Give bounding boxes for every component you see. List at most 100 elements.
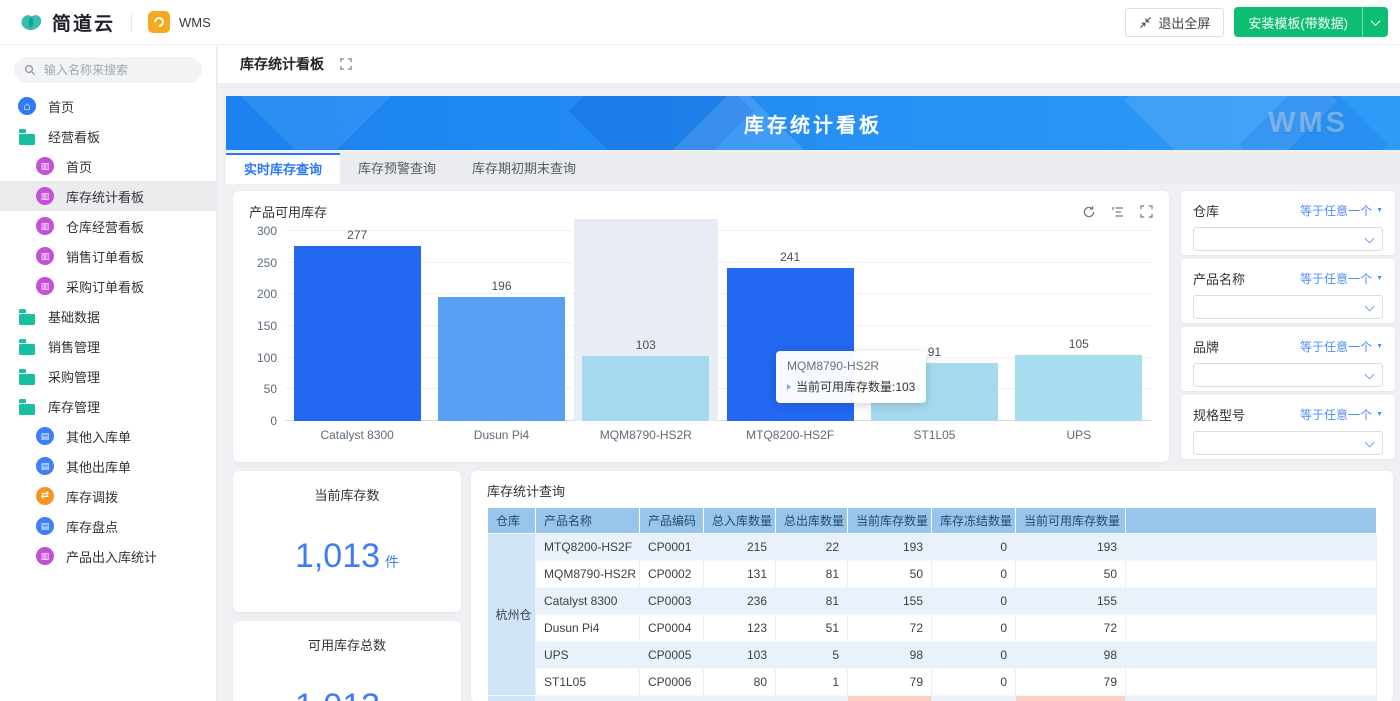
install-template-button[interactable]: 安装模板(带数据) <box>1234 7 1362 37</box>
table-row[interactable]: 无锡仓MTQ8200-HS2FCP0001995148048 <box>487 695 1377 701</box>
sidebar-item-label: 经营看板 <box>48 129 101 145</box>
table-header-cell: 总入库数量 <box>703 508 776 534</box>
sidebar-item[interactable]: 采购订单看板 <box>0 271 216 301</box>
bar-slot[interactable]: 196 <box>429 219 573 421</box>
tab-inactive[interactable]: 库存预警查询 <box>340 153 454 184</box>
table-row[interactable]: ST1L05 CP0006 80 1 79 0 79 <box>488 668 1377 696</box>
sort-settings-icon[interactable] <box>1111 205 1125 219</box>
filter-select[interactable] <box>1193 431 1383 455</box>
table-row[interactable]: 杭州仓 MTQ8200-HS2F CP0001 215 22 193 0 193 <box>487 533 1377 696</box>
table-cell: CP0004 <box>639 614 704 642</box>
sidebar-item[interactable]: 销售订单看板 <box>0 241 216 271</box>
y-tick-label: 300 <box>256 224 277 238</box>
filter-select[interactable] <box>1193 295 1383 319</box>
sidebar-item[interactable]: 库存统计看板 <box>0 181 216 211</box>
sidebar-item[interactable]: 销售管理 <box>0 331 216 361</box>
brand-name: 简道云 <box>52 13 116 35</box>
exit-fullscreen-label: 退出全屏 <box>1158 15 1211 31</box>
table-cell: 5 <box>775 641 848 669</box>
table-cell: CP0001 <box>639 533 704 561</box>
y-tick-label: 150 <box>256 319 277 333</box>
search-input[interactable] <box>42 62 182 78</box>
bar <box>437 296 565 421</box>
table-cell: 155 <box>1015 587 1126 615</box>
folder-open-icon <box>18 127 36 145</box>
table-cell: 0 <box>931 668 1016 696</box>
transfer-icon <box>36 487 54 505</box>
sidebar-item[interactable]: 库存调拨 <box>0 481 216 511</box>
y-tick-label: 250 <box>256 255 277 270</box>
filter-label: 规格型号 <box>1193 408 1246 423</box>
table-cell: Dusun Pi4 <box>535 614 640 642</box>
workspace-name: WMS <box>179 14 211 30</box>
install-template-split-button[interactable]: 安装模板(带数据) <box>1234 7 1388 37</box>
bar-slot[interactable]: 103 <box>573 219 719 421</box>
sidebar-search[interactable] <box>14 57 202 83</box>
sidebar-item[interactable]: 首页 <box>0 91 216 121</box>
filter-select[interactable] <box>1193 363 1383 387</box>
sidebar-item[interactable]: 库存管理 <box>0 391 216 421</box>
sidebar-item[interactable]: 首页 <box>0 151 216 181</box>
filter-operator-link[interactable]: 等于任意一个 ▼ <box>1300 270 1383 287</box>
sidebar-item[interactable]: 基础数据 <box>0 301 216 331</box>
table-cell: 50 <box>847 560 932 588</box>
table-cell: 81 <box>775 560 848 588</box>
table-cell: 215 <box>703 533 776 561</box>
table-cell: 81 <box>775 587 848 615</box>
sidebar-item[interactable]: 采购管理 <box>0 361 216 391</box>
table-body: 杭州仓 MTQ8200-HS2F CP0001 215 22 193 0 193 MQM8790… <box>487 533 1377 701</box>
refresh-icon[interactable] <box>1082 205 1096 219</box>
table-cell: MTQ8200-HS2F <box>535 695 640 701</box>
sidebar-item[interactable]: 库存盘点 <box>0 511 216 541</box>
filter-operator-link[interactable]: 等于任意一个 ▼ <box>1300 338 1383 355</box>
form-icon <box>36 427 54 445</box>
table-cell: 79 <box>1015 668 1126 696</box>
sidebar-item[interactable]: 其他出库单 <box>0 451 216 481</box>
banner-title: 库存统计看板 <box>744 114 882 137</box>
filter-operator-link[interactable]: 等于任意一个 ▼ <box>1300 406 1383 423</box>
table-cell: 72 <box>1015 614 1126 642</box>
fullscreen-expand-icon[interactable] <box>340 58 352 70</box>
dashboard-icon <box>36 277 54 295</box>
table-cell: MTQ8200-HS2F <box>535 533 640 561</box>
sidebar-item[interactable]: 其他入库单 <box>0 421 216 451</box>
bar-value-label: 196 <box>491 278 512 293</box>
tab-bar: 实时库存查询 库存预警查询 库存期初期末查询 <box>226 153 1400 184</box>
table-row[interactable]: Catalyst 8300 CP0003 236 81 155 0 155 <box>488 587 1377 615</box>
folder-icon <box>18 337 36 355</box>
table-cell: 236 <box>703 587 776 615</box>
stat-label: 当前库存数 <box>314 488 380 503</box>
table-cell: 0 <box>931 560 1016 588</box>
table-cell: CP0006 <box>639 668 704 696</box>
x-tick-label: Catalyst 8300 <box>320 428 394 442</box>
tab-inactive[interactable]: 库存期初期末查询 <box>454 153 594 184</box>
bar-slot[interactable]: 277 <box>285 219 429 421</box>
bar-slot[interactable]: 105 <box>1007 219 1151 421</box>
triangle-down-icon: ▼ <box>1376 411 1383 418</box>
y-tick-label: 200 <box>256 287 277 302</box>
filter-operator-link[interactable]: 等于任意一个 ▼ <box>1300 202 1383 219</box>
workspace-app-icon <box>148 11 171 33</box>
sidebar-item[interactable]: 经营看板 <box>0 121 216 151</box>
install-template-dropdown-button[interactable] <box>1362 7 1388 37</box>
exit-fullscreen-button[interactable]: 退出全屏 <box>1125 7 1225 37</box>
table-cell: 1 <box>775 668 848 696</box>
table-row[interactable]: MQM8790-HS2R CP0002 131 81 50 0 50 <box>488 560 1377 588</box>
sidebar-item[interactable]: 产品出入库统计 <box>0 541 216 571</box>
x-tick-label: Dusun Pi4 <box>473 428 530 442</box>
filter-card: 仓库 等于任意一个 ▼ <box>1181 191 1395 255</box>
tooltip-marker-icon <box>787 383 791 390</box>
table-row[interactable]: UPS CP0005 103 5 98 0 98 <box>488 641 1377 669</box>
table-cell-empty <box>1125 533 1377 561</box>
tab-active[interactable]: 实时库存查询 <box>226 153 341 184</box>
table-cell: CP0005 <box>639 641 704 669</box>
filter-select[interactable] <box>1193 227 1383 251</box>
sidebar-item-label: 仓库经营看板 <box>66 219 145 235</box>
table-cell: 193 <box>847 533 932 561</box>
table-cell: 0 <box>931 587 1016 615</box>
expand-icon[interactable] <box>1140 204 1153 219</box>
sidebar-item[interactable]: 仓库经营看板 <box>0 211 216 241</box>
table-row[interactable]: Dusun Pi4 CP0004 123 51 72 0 72 <box>488 614 1377 642</box>
table-cell: UPS <box>535 641 640 669</box>
y-tick-label: 100 <box>256 350 277 365</box>
